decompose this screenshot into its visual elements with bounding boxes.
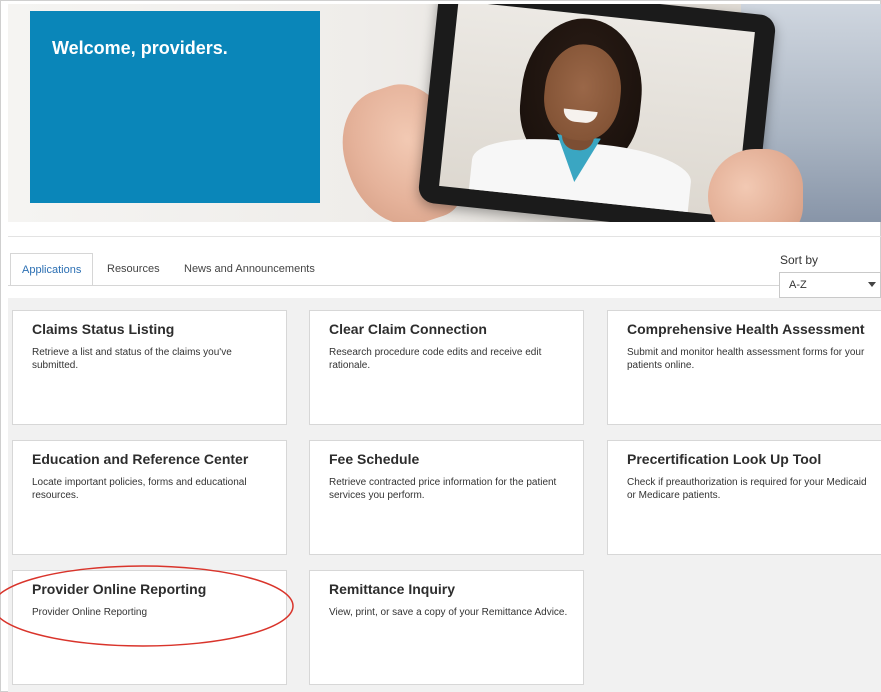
card-title: Comprehensive Health Assessment <box>627 321 865 337</box>
card-title: Claims Status Listing <box>32 321 175 337</box>
card-description: Check if preauthorization is required fo… <box>627 477 867 501</box>
sort-label: Sort by <box>780 253 819 267</box>
sort-selected-value: A-Z <box>789 279 807 291</box>
card-description: Submit and monitor health assessment for… <box>627 347 865 371</box>
card-description: Provider Online Reporting <box>32 607 148 618</box>
card-description: Retrieve a list and status of the claims… <box>32 347 232 371</box>
tab-applications[interactable]: Applications <box>10 253 94 286</box>
chevron-down-icon <box>868 282 876 287</box>
app-card-comprehensive-health-assessment[interactable]: Comprehensive Health Assessment Submit a… <box>607 310 881 425</box>
app-card-precertification-look-up-tool[interactable]: Precertification Look Up Tool Check if p… <box>607 440 881 555</box>
card-title: Education and Reference Center <box>32 451 249 467</box>
card-description: Locate important policies, forms and edu… <box>32 477 247 501</box>
app-card-remittance-inquiry[interactable]: Remittance Inquiry View, print, or save … <box>309 570 584 685</box>
card-description: Research procedure code edits and receiv… <box>329 347 542 371</box>
card-title: Provider Online Reporting <box>32 581 207 597</box>
doctor-photo <box>439 4 755 218</box>
card-description: View, print, or save a copy of your Remi… <box>329 607 568 618</box>
app-card-fee-schedule[interactable]: Fee Schedule Retrieve contracted price i… <box>309 440 584 555</box>
card-title: Clear Claim Connection <box>329 321 487 337</box>
card-title: Fee Schedule <box>329 451 420 467</box>
tab-resources[interactable]: Resources <box>107 253 160 286</box>
tab-bar: Applications Resources News and Announce… <box>8 236 881 288</box>
sort-dropdown[interactable]: A-Z <box>779 272 881 298</box>
app-card-education-and-reference-center[interactable]: Education and Reference Center Locate im… <box>12 440 287 555</box>
card-description: Retrieve contracted price information fo… <box>329 477 557 501</box>
app-card-claims-status-listing[interactable]: Claims Status Listing Retrieve a list an… <box>12 310 287 425</box>
card-title: Remittance Inquiry <box>329 581 456 597</box>
welcome-panel: Welcome, providers. <box>30 11 320 203</box>
tab-divider <box>8 285 881 286</box>
hero-banner: Welcome, providers. <box>8 4 881 222</box>
app-card-provider-online-reporting[interactable]: Provider Online Reporting Provider Onlin… <box>12 570 287 685</box>
welcome-heading: Welcome, providers. <box>52 38 228 58</box>
tab-news-and-announcements[interactable]: News and Announcements <box>184 253 315 286</box>
card-title: Precertification Look Up Tool <box>627 451 822 467</box>
app-card-clear-claim-connection[interactable]: Clear Claim Connection Research procedur… <box>309 310 584 425</box>
